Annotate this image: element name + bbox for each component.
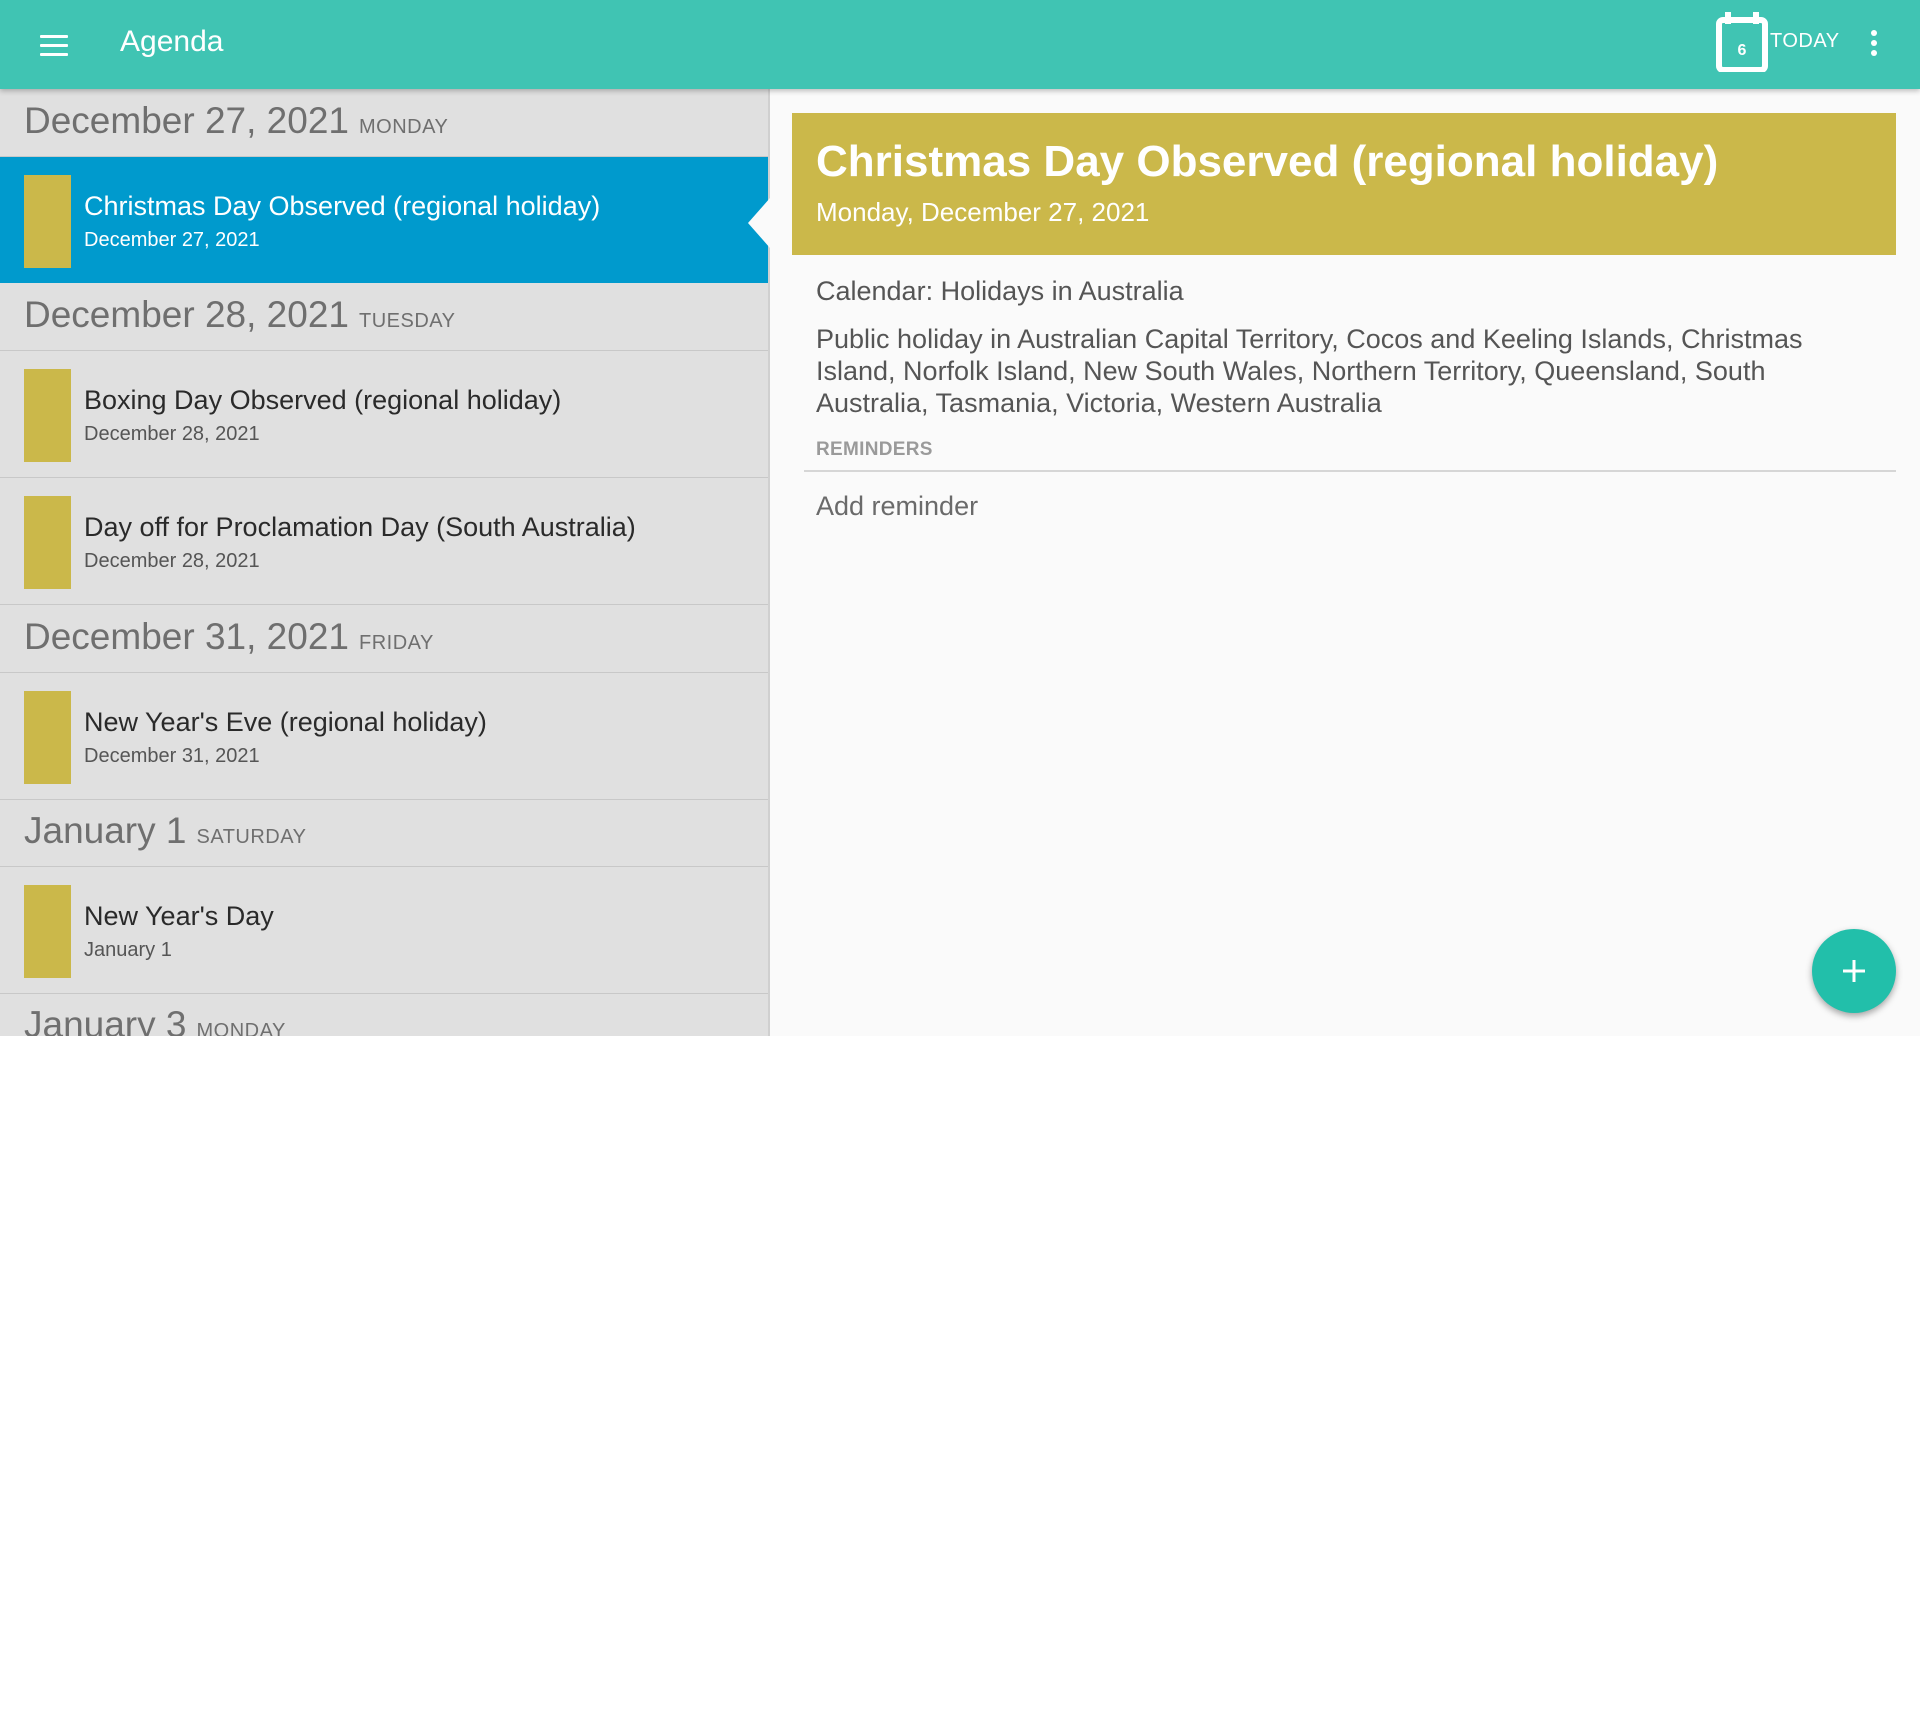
day-header-weekday: MONDAY [196,1020,286,1036]
event-description: Public holiday in Australian Capital Ter… [816,324,1803,418]
event-row-selected[interactable]: Christmas Day Observed (regional holiday… [0,157,768,283]
day-header-date: December 28, 2021 [24,294,349,335]
event-date: December 27, 2021 [84,229,260,251]
add-event-button[interactable] [1812,929,1896,1013]
day-header: January 3 MONDAY [0,993,768,1036]
event-color-swatch [24,369,71,462]
event-date: January 1 [84,939,172,961]
more-vert-icon[interactable] [1860,18,1888,68]
event-color-swatch [24,496,71,589]
day-header-weekday: TUESDAY [358,310,456,332]
event-detail-header: Christmas Day Observed (regional holiday… [792,113,1896,255]
event-detail-date: Monday, December 27, 2021 [816,197,1150,227]
day-header: December 31, 2021 FRIDAY [0,605,768,673]
day-header: December 27, 2021 MONDAY [0,89,768,157]
event-date: December 28, 2021 [84,550,260,572]
day-header-weekday: FRIDAY [358,632,434,654]
event-title: New Year's Eve (regional holiday) [84,707,487,737]
event-detail-pane: Christmas Day Observed (regional holiday… [770,89,1920,1036]
selection-indicator [748,198,770,248]
today-button[interactable]: TODAY [1770,26,1840,56]
event-row[interactable]: Day off for Proclamation Day (South Aust… [0,478,768,605]
event-row[interactable]: Boxing Day Observed (regional holiday) D… [0,351,768,478]
agenda-app: Agenda 6 TODAY December 27, 2021 MONDAY C… [0,0,1920,1036]
event-row[interactable]: New Year's Eve (regional holiday) Decemb… [0,673,768,800]
calendar-icon[interactable]: 6 [1714,10,1776,73]
app-title: Agenda [120,25,224,58]
event-color-swatch [24,691,71,784]
day-header-weekday: SATURDAY [196,826,307,848]
event-row[interactable]: New Year's Day January 1 [0,867,768,994]
reminders-section-label: REMINDERS [816,439,933,460]
event-title: Boxing Day Observed (regional holiday) [84,385,562,415]
day-header-date: December 27, 2021 [24,100,349,141]
day-header: January 1 SATURDAY [0,799,768,867]
event-date: December 28, 2021 [84,423,260,445]
agenda-list[interactable]: December 27, 2021 MONDAY Christmas Day Ob… [0,89,768,1036]
today-day-number: 6 [1738,42,1747,59]
event-title: Christmas Day Observed (regional holiday… [84,191,601,221]
event-color-swatch [24,885,71,978]
day-header-date: January 3 [24,1004,187,1036]
top-app-bar: Agenda 6 TODAY [0,0,1920,89]
day-header-date: December 31, 2021 [24,616,349,657]
day-header: December 28, 2021 TUESDAY [0,283,768,351]
event-title: New Year's Day [84,901,274,931]
event-color-swatch [24,175,71,268]
reminders-divider [804,470,1896,472]
event-date: December 31, 2021 [84,745,260,767]
hamburger-menu-icon[interactable] [24,17,82,75]
event-calendar-name: Calendar: Holidays in Australia [816,276,1184,306]
event-title: Day off for Proclamation Day (South Aust… [84,512,636,542]
day-header-date: January 1 [24,810,187,851]
day-header-weekday: MONDAY [358,116,449,138]
event-detail-title: Christmas Day Observed (regional holiday… [816,137,1719,186]
plus-icon [1843,960,1865,982]
add-reminder-button[interactable]: Add reminder [816,489,978,523]
